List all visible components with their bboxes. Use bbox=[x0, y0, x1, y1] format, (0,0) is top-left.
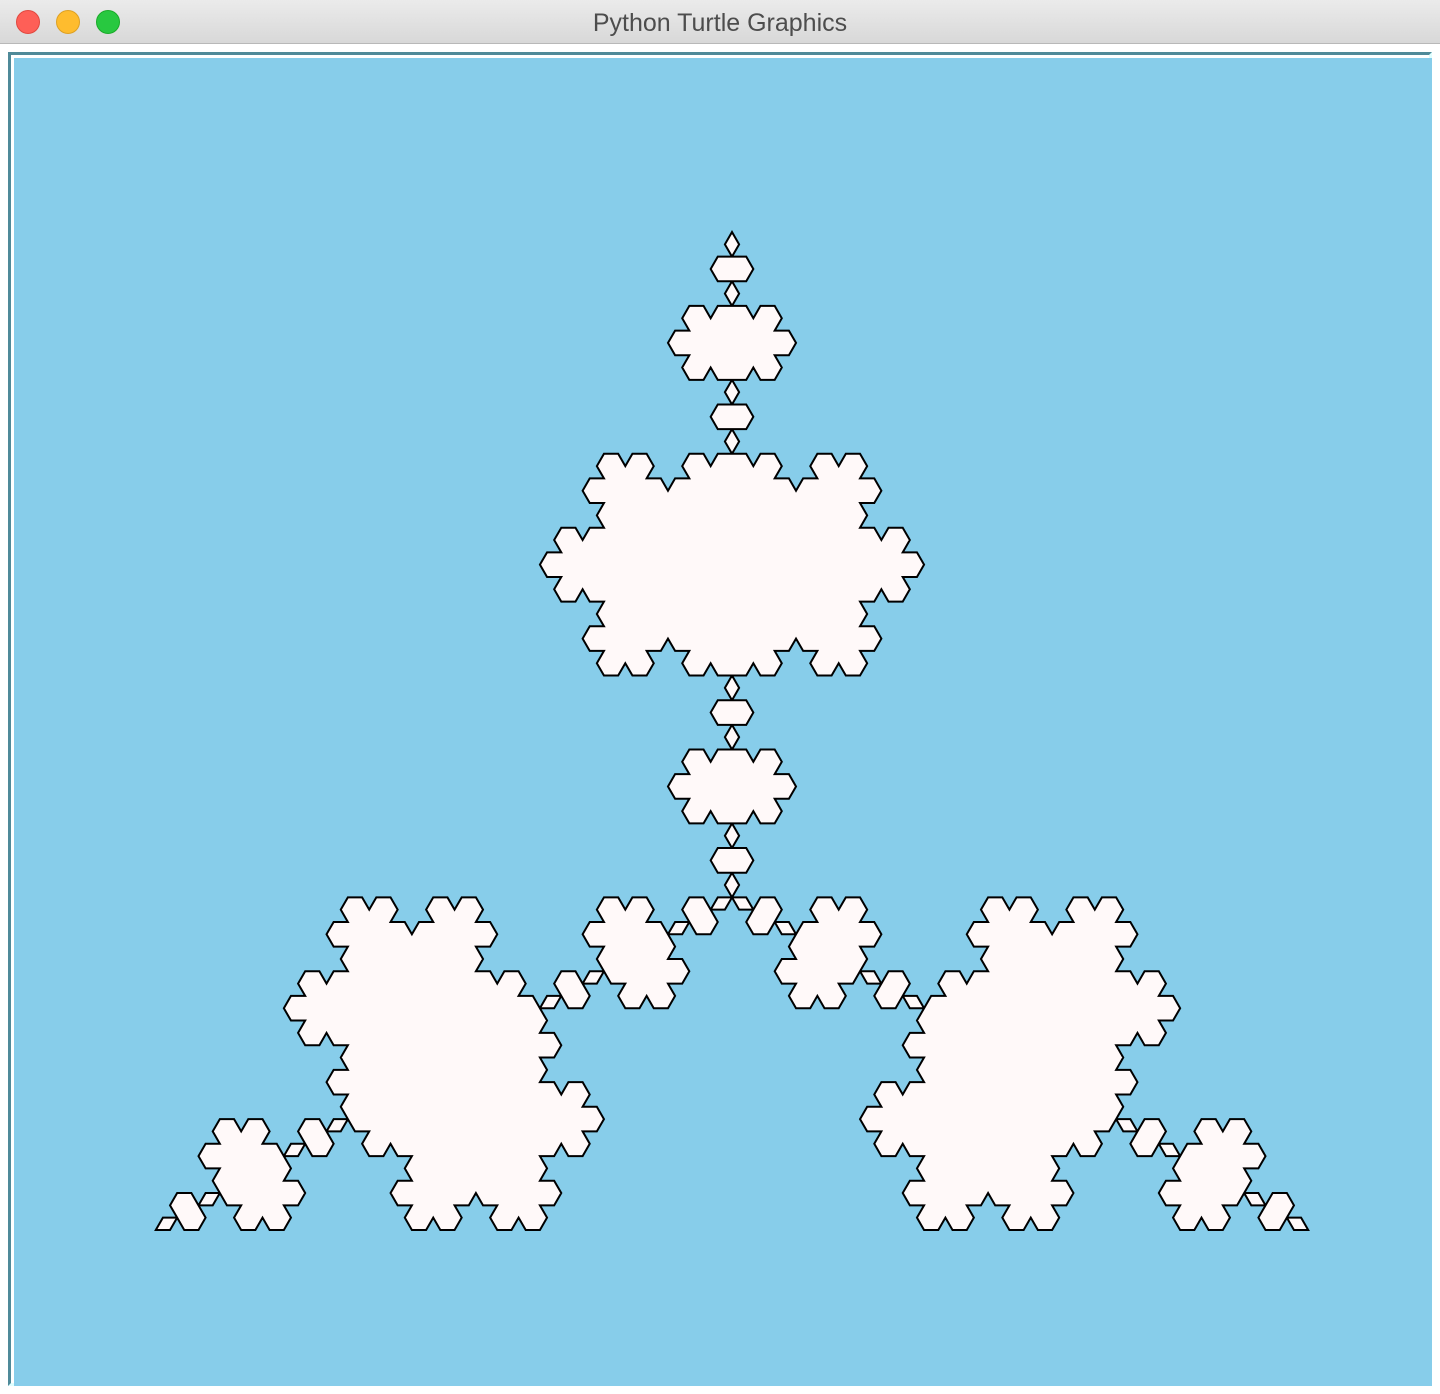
title-bar[interactable]: Python Turtle Graphics bbox=[0, 0, 1440, 44]
turtle-window: Python Turtle Graphics bbox=[0, 0, 1440, 1394]
window-title: Python Turtle Graphics bbox=[592, 9, 848, 37]
canvas-frame bbox=[8, 52, 1432, 1386]
turtle-canvas[interactable] bbox=[14, 58, 1432, 1386]
